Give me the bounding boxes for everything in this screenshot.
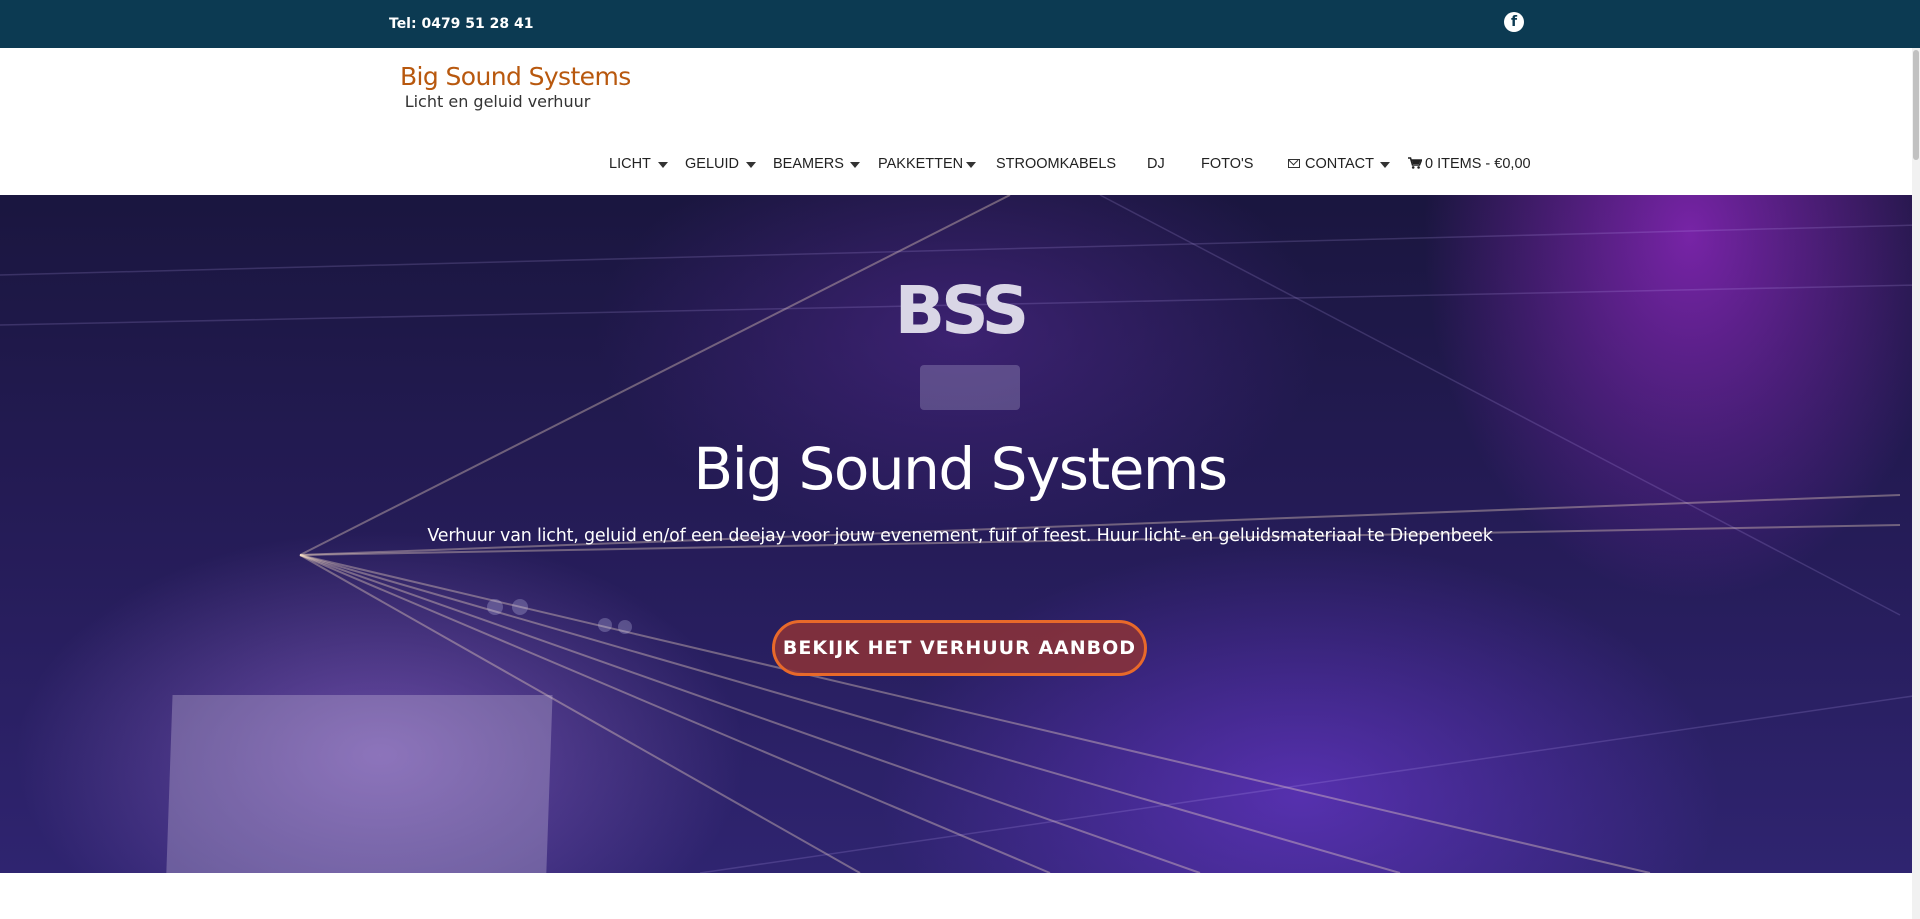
nav-item-stroomkabels[interactable]: STROOMKABELS [996,152,1116,176]
chevron-down-icon [746,162,756,168]
hero-title: Big Sound Systems [693,435,1228,503]
svg-text:BSS: BSS [895,283,1025,337]
site-title[interactable]: Big Sound Systems [400,62,631,91]
chevron-down-icon [1380,162,1390,168]
hero-banner: BSS Big Sound Systems Verhuur van licht,… [0,195,1920,873]
phone-number[interactable]: Tel: 0479 51 28 41 [389,16,534,32]
nav-item-label: PAKKETTEN [878,156,964,172]
nav-item-geluid[interactable]: GELUID [685,152,756,176]
cart-link[interactable]: 0 ITEMS - €0,00 [1408,152,1531,176]
site-header: Big Sound Systems Licht en geluid verhuu… [0,48,1920,195]
nav-item-beamers[interactable]: BEAMERS [773,152,860,176]
nav-item-label: CONTACT [1305,156,1375,172]
scrollbar-thumb[interactable] [1913,50,1919,160]
page-scrollbar[interactable] [1912,48,1920,919]
nav-item-label: LICHT [609,156,651,172]
nav-item-licht[interactable]: LICHT [609,152,668,176]
nav-item-dj[interactable]: DJ [1147,152,1165,176]
chevron-down-icon [658,162,668,168]
site-tagline: Licht en geluid verhuur [404,92,591,111]
chevron-down-icon [966,162,976,168]
facebook-icon[interactable]: f [1504,12,1524,32]
nav-item-label: DJ [1147,156,1165,172]
nav-item-pakketten[interactable]: PAKKETTEN [878,152,976,176]
nav-item-label: FOTO'S [1201,156,1254,172]
mail-icon [1288,159,1300,168]
view-rental-offer-button[interactable]: BEKIJK HET VERHUUR AANBOD [772,620,1147,676]
bss-logo: BSS [895,283,1029,337]
site-logo[interactable]: Big Sound Systems Licht en geluid verhuu… [400,62,631,111]
cart-icon [1408,157,1422,169]
nav-item-contact[interactable]: CONTACT [1288,152,1390,176]
cart-summary: 0 ITEMS - €0,00 [1425,156,1531,172]
top-bar: Tel: 0479 51 28 41 f [0,0,1920,48]
chevron-down-icon [850,162,860,168]
nav-item-label: STROOMKABELS [996,156,1117,172]
nav-item-fotos[interactable]: FOTO'S [1201,152,1253,176]
content-area [0,873,1912,919]
nav-item-label: GELUID [685,156,739,172]
nav-item-label: BEAMERS [773,156,844,172]
hero-subtitle: Verhuur van licht, geluid en/of een deej… [427,526,1493,546]
